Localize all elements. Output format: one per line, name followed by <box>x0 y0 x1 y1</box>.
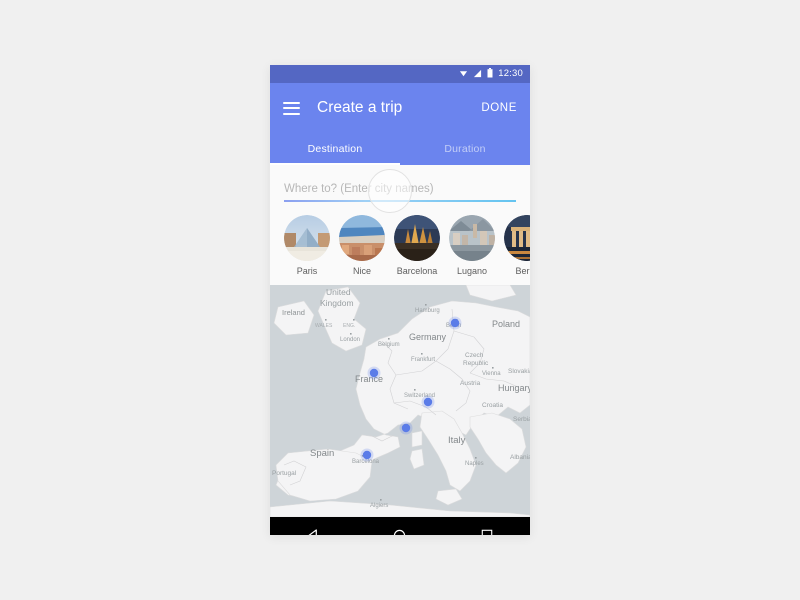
map-label: Albania <box>510 454 530 461</box>
brandenburg-gate-photo <box>504 214 530 261</box>
tab-duration-label: Duration <box>444 143 486 155</box>
map-pin-lugano[interactable] <box>423 397 433 406</box>
city-chip-label: Nice <box>352 265 371 276</box>
map-city-dot <box>414 388 416 391</box>
city-chip-label: Barcelona <box>396 265 438 276</box>
map-label: London <box>340 337 360 343</box>
map-city-dot <box>388 337 390 340</box>
recents-button[interactable] <box>467 521 507 535</box>
map-city-dot <box>380 498 382 501</box>
map-city-dot <box>353 318 355 321</box>
download-arrow-icon <box>459 65 468 83</box>
nice-coastline-photo <box>339 214 385 261</box>
map-label: Hungary <box>498 383 530 393</box>
map-label: Spain <box>310 448 334 459</box>
signal-icon <box>473 65 482 83</box>
search-input[interactable] <box>284 183 516 200</box>
sagrada-familia-photo <box>394 214 440 261</box>
app-bar: Create a trip DONE <box>270 83 530 133</box>
map-label: United <box>326 287 351 297</box>
map-label: Republic <box>463 360 489 367</box>
tab-destination-label: Destination <box>307 143 363 155</box>
map-label: Germany <box>409 332 447 342</box>
map-label: Portugal <box>272 470 297 477</box>
city-suggestion-list[interactable]: Paris Nice Barcelona Lugano Ber <box>270 201 530 285</box>
map-label: Frankfurt <box>411 357 435 363</box>
map-view[interactable]: Ireland United Kingdom WALES ENG. London Belgi… <box>270 284 530 517</box>
city-chip-barcelona[interactable]: Barcelona <box>394 214 440 276</box>
city-chip-lugano[interactable]: Lugano <box>449 214 495 276</box>
map-city-dot <box>421 352 423 355</box>
map-label: Italy <box>448 435 466 446</box>
done-button[interactable]: DONE <box>481 102 517 114</box>
map-city-dot <box>475 456 477 459</box>
lugano-lake-photo <box>449 214 495 261</box>
android-nav-bar <box>270 516 530 535</box>
city-chip-paris[interactable]: Paris <box>284 214 330 276</box>
battery-icon <box>487 65 493 83</box>
home-button[interactable] <box>380 521 420 535</box>
map-label: ENG. <box>343 323 355 329</box>
hamburger-menu-icon[interactable] <box>283 101 300 115</box>
map-label: Kingdom <box>320 298 354 308</box>
city-chip-berlin[interactable]: Berlin <box>504 214 530 276</box>
city-chip-label: Lugano <box>456 265 488 276</box>
map-city-dot <box>350 332 352 335</box>
map-label: WALES <box>315 323 333 329</box>
status-bar-clock: 12:30 <box>498 68 523 80</box>
map-label: Belgium <box>378 342 400 348</box>
louvre-pyramid-photo <box>284 214 330 261</box>
tab-destination[interactable]: Destination <box>270 133 400 165</box>
map-label: Austria <box>460 380 481 387</box>
map-pin-nice[interactable] <box>401 423 411 432</box>
city-chip-label: Paris <box>296 265 318 276</box>
map-label: Croatia <box>482 402 503 409</box>
map-label: Poland <box>492 319 520 329</box>
page-title: Create a trip <box>317 99 403 116</box>
map-city-dot <box>325 318 327 321</box>
map-pin-paris[interactable] <box>369 368 379 377</box>
map-label: Slovakia <box>508 368 530 375</box>
map-pin-barcelona[interactable] <box>362 450 372 459</box>
tab-bar: Destination Duration <box>270 133 530 165</box>
map-label: Ireland <box>282 308 305 317</box>
map-pin-berlin[interactable] <box>450 318 460 327</box>
map-city-dot <box>492 366 494 369</box>
map-label: Vienna <box>482 371 501 377</box>
status-bar: 12:30 <box>270 65 530 83</box>
city-chip-nice[interactable]: Nice <box>339 214 385 276</box>
map-label: Algiers <box>370 503 388 509</box>
map-canvas: Ireland UnitedKingdom WALES ENG. London Belgi… <box>270 284 530 517</box>
tab-duration[interactable]: Duration <box>400 133 530 165</box>
map-label: Czech <box>465 352 484 359</box>
phone-device: 12:30 Create a trip DONE Destination Dur… <box>270 65 530 535</box>
map-city-dot <box>425 303 427 306</box>
map-label: Naples <box>465 461 484 467</box>
search-underline <box>284 200 516 202</box>
map-label: Serbia <box>513 416 530 423</box>
map-label: Hamburg <box>415 308 440 314</box>
search-section <box>270 165 530 213</box>
back-button[interactable] <box>293 521 333 535</box>
city-chip-label: Berlin <box>515 265 530 276</box>
